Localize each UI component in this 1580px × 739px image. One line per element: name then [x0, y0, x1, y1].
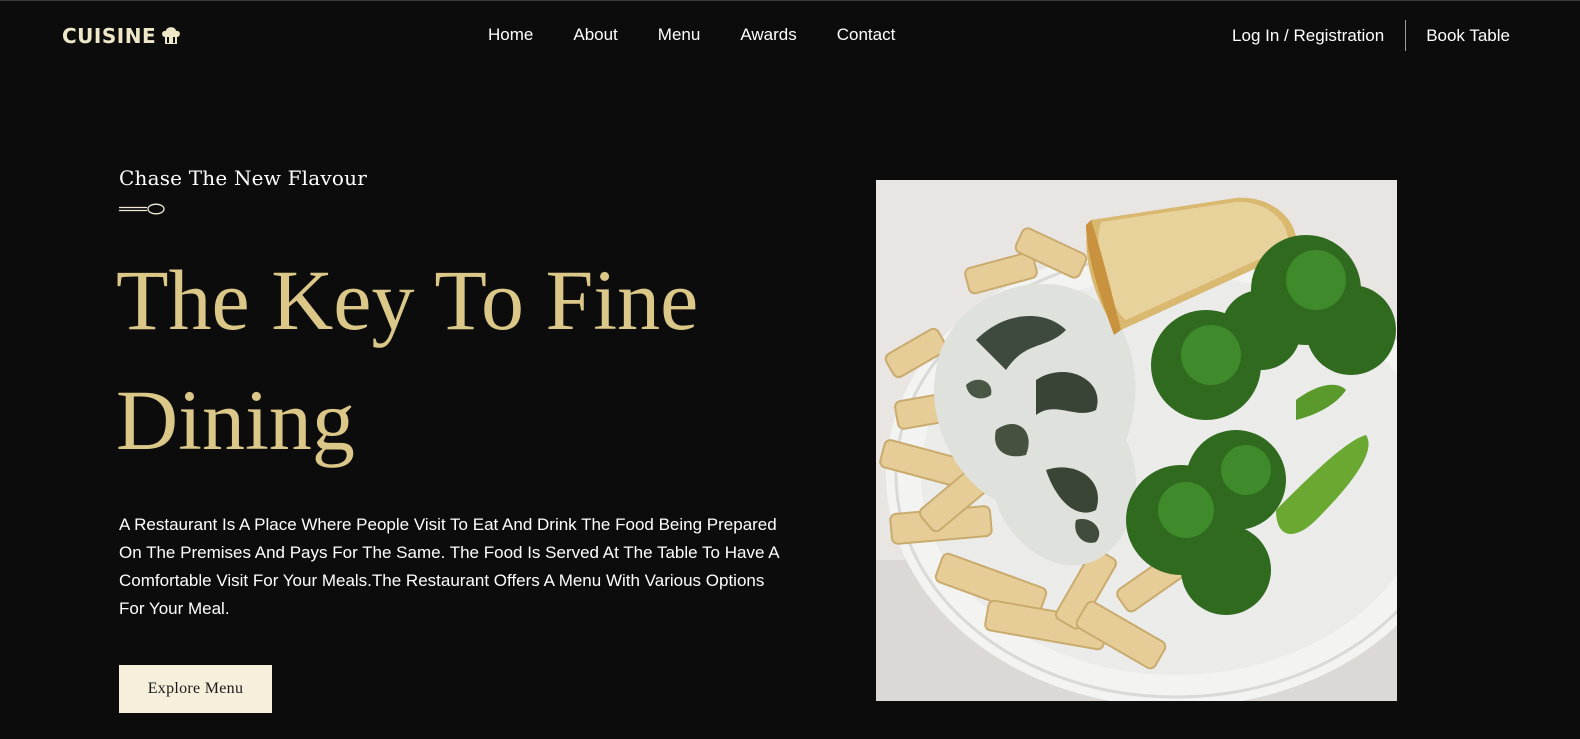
hero-description: A Restaurant Is A Place Where People Vis… [119, 515, 779, 618]
nav-link-contact[interactable]: Contact [837, 25, 896, 45]
hero-tagline: Chase The New Flavour [119, 166, 367, 190]
explore-menu-button[interactable]: Explore Menu [119, 665, 272, 713]
spoon-divider-icon [119, 203, 165, 215]
chef-hat-icon [162, 27, 180, 44]
nav-actions: Log In / Registration Book Table [1232, 20, 1510, 51]
hero-headline-line2: Dining [116, 372, 355, 468]
hero-food-image [876, 180, 1397, 701]
brand-logo[interactable]: CUISINE [62, 24, 182, 48]
hero-headline: The Key To Fine Dining [116, 240, 816, 480]
nav-link-home[interactable]: Home [488, 25, 533, 45]
top-navigation: CUISINE Home About Menu Awards Contact L… [0, 0, 1580, 72]
nav-link-about[interactable]: About [573, 25, 617, 45]
hero-headline-line1: The Key To Fine [116, 252, 699, 348]
book-table-link[interactable]: Book Table [1406, 26, 1510, 46]
nav-link-awards[interactable]: Awards [740, 25, 796, 45]
login-registration-link[interactable]: Log In / Registration [1232, 26, 1405, 46]
brand-logo-text: CUISINE [62, 24, 157, 48]
nav-link-menu[interactable]: Menu [658, 25, 701, 45]
main-menu: Home About Menu Awards Contact [488, 25, 895, 45]
pasta-broccoli-plate-icon [876, 180, 1397, 701]
